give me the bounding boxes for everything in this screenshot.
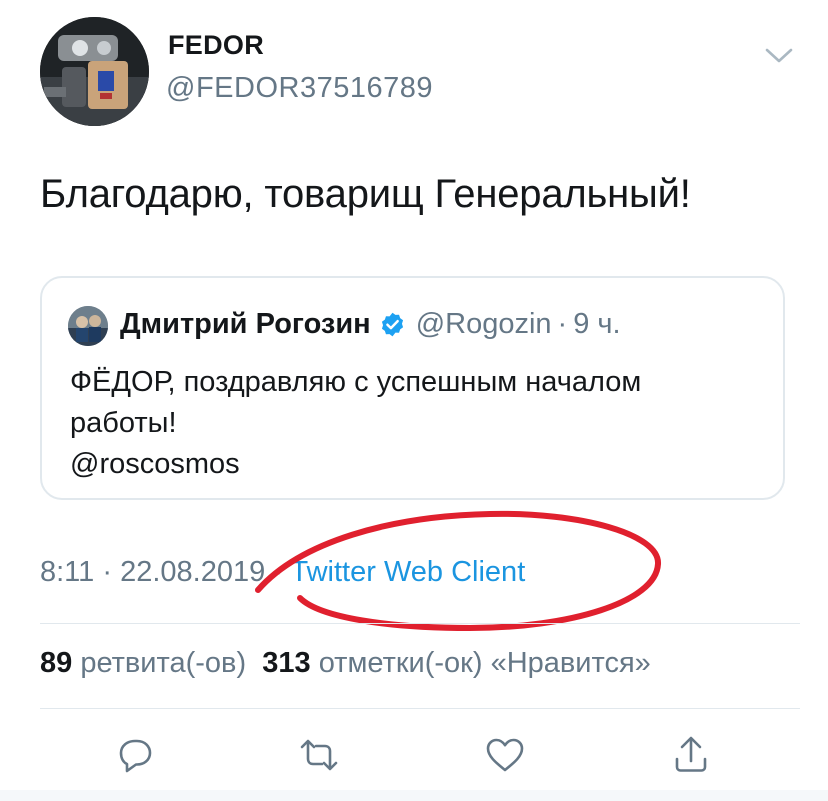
divider xyxy=(40,708,800,709)
heart-icon xyxy=(486,738,524,772)
quoted-text-line: ФЁДОР, поздравляю с успешным началом xyxy=(70,366,642,398)
divider xyxy=(40,623,800,624)
quoted-timestamp: 9 ч. xyxy=(573,308,621,340)
quoted-tweet-text: ФЁДОР, поздравляю с успешным началом раб… xyxy=(70,362,641,485)
author-handle[interactable]: @FEDOR37516789 xyxy=(166,72,433,105)
verified-badge-icon xyxy=(379,311,406,338)
likes-count: 313 xyxy=(262,647,311,679)
meta-separator: · xyxy=(265,556,291,588)
quoted-author-handle[interactable]: @Rogozin xyxy=(416,308,552,341)
reply-icon xyxy=(119,739,152,773)
retweets-label: ретвита(-ов) xyxy=(80,647,247,679)
likes-label: отметки(-ок) «Нравится» xyxy=(318,647,651,679)
quoted-author-name[interactable]: Дмитрий Рогозин xyxy=(120,308,371,341)
tweet-source-link[interactable]: Twitter Web Client xyxy=(290,556,525,588)
tweet-detail: FEDOR @FEDOR37516789 Благодарю, товарищ … xyxy=(0,0,828,801)
tweet-stats: 89 ретвита(-ов) 313 отметки(-ок) «Нравит… xyxy=(40,647,651,680)
quoted-separator: · xyxy=(557,308,568,340)
robot-avatar-image xyxy=(40,17,149,126)
share-icon xyxy=(675,736,707,772)
retweets-stat[interactable]: 89 ретвита(-ов) xyxy=(40,647,246,679)
quoted-mention-link[interactable]: @roscosmos xyxy=(70,444,641,485)
bottom-separator xyxy=(0,790,828,801)
tweet-text: Благодарю, товарищ Генеральный! xyxy=(40,172,691,216)
retweet-icon xyxy=(300,739,338,771)
share-button[interactable] xyxy=(669,733,713,777)
tweet-meta: 8:11 · 22.08.2019 · Twitter Web Client xyxy=(40,556,525,589)
chevron-down-icon[interactable] xyxy=(762,40,796,70)
quoted-tweet-card[interactable]: Дмитрий Рогозин @Rogozin · 9 ч. ФЁДОР, п… xyxy=(40,276,785,500)
tweet-date: 22.08.2019 xyxy=(120,556,266,588)
reply-button[interactable] xyxy=(113,733,157,777)
retweets-count: 89 xyxy=(40,647,73,679)
quoted-text-line: работы! xyxy=(70,407,177,439)
tweet-time: 8:11 xyxy=(40,556,95,588)
likes-stat[interactable]: 313 отметки(-ок) «Нравится» xyxy=(262,647,651,679)
author-name[interactable]: FEDOR xyxy=(168,30,264,61)
author-avatar[interactable] xyxy=(40,17,149,126)
meta-separator: · xyxy=(94,556,121,588)
retweet-button[interactable] xyxy=(297,733,341,777)
like-button[interactable] xyxy=(483,733,527,777)
quoted-author-avatar xyxy=(68,306,108,346)
